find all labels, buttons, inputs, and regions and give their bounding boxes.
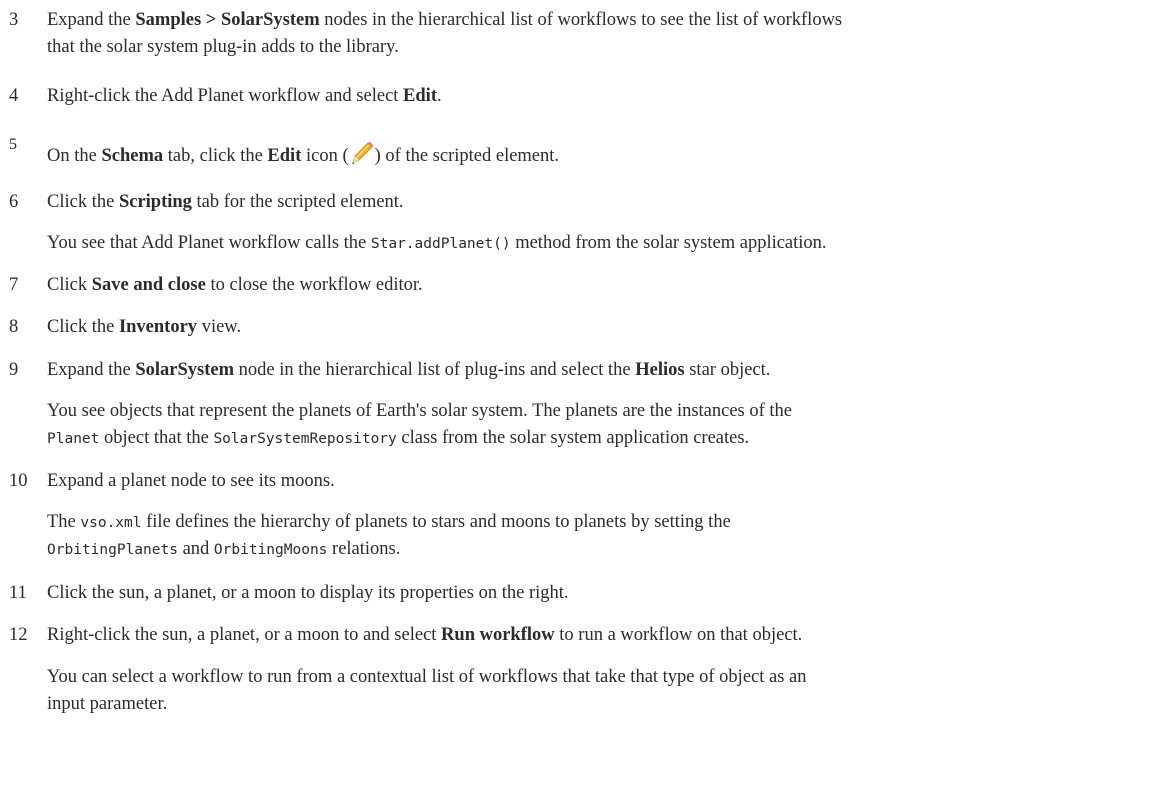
- step-text: Expand the Samples > SolarSystem nodes i…: [47, 10, 843, 30]
- ui-label-save-and-close: Save and close: [91, 275, 206, 295]
- step-12-note-line-1: You can select a workflow to run from a …: [47, 667, 807, 687]
- step-text: Right-click the Add Planet workflow and …: [47, 86, 442, 106]
- step-3-line-2: that the solar system plug-in adds to th…: [47, 37, 399, 57]
- step-text: Click the sun, a planet, or a moon to di…: [47, 583, 569, 603]
- step-9-note-line-1: You see objects that represent the plane…: [47, 401, 793, 421]
- step-12-note-line-2: input parameter.: [47, 694, 168, 714]
- step-text: Expand the SolarSystem node in the hiera…: [47, 360, 771, 380]
- code-orbitingplanets: OrbitingPlanets: [47, 542, 178, 558]
- step-number: 6: [9, 192, 19, 212]
- step-text: Click the Scripting tab for the scripted…: [47, 192, 404, 212]
- pencil-icon: [349, 140, 375, 166]
- step-text: Click Save and close to close the workfl…: [47, 275, 423, 295]
- step-10-note-line-1: The vso.xml file defines the hierarchy o…: [47, 512, 731, 532]
- step-number: 5: [9, 136, 17, 153]
- step-text: Right-click the sun, a planet, or a moon…: [47, 625, 803, 645]
- step-number: 11: [9, 583, 27, 603]
- step-number: 10: [9, 471, 28, 491]
- ui-label-solarsystem: SolarSystem: [135, 360, 235, 380]
- ui-label-edit: Edit: [267, 146, 302, 166]
- step-number: 9: [9, 360, 19, 380]
- step-text: Expand a planet node to see its moons.: [47, 471, 335, 491]
- step-9-note-line-2: Planet object that the SolarSystemReposi…: [47, 428, 750, 448]
- step-10-note-line-2: OrbitingPlanets and OrbitingMoons relati…: [47, 539, 401, 559]
- step-number: 12: [9, 625, 28, 645]
- step-number: 8: [9, 317, 19, 337]
- step-number: 3: [9, 10, 19, 30]
- code-star-addplanet: Star.addPlanet(): [370, 236, 511, 252]
- ui-label-scripting: Scripting: [118, 192, 192, 212]
- step-text: Click the Inventory view.: [47, 317, 242, 337]
- ui-label-helios: Helios: [635, 360, 685, 380]
- ui-label-samples-solarsystem: Samples > SolarSystem: [135, 10, 320, 30]
- step-6-note: You see that Add Planet workflow calls t…: [47, 233, 827, 253]
- ui-label-schema: Schema: [101, 146, 164, 166]
- code-solarsystemrepository: SolarSystemRepository: [213, 431, 397, 447]
- ui-label-edit: Edit: [403, 86, 437, 106]
- step-text: On the Schema tab, click the Edit icon (…: [47, 140, 1173, 170]
- step-number: 7: [9, 275, 19, 295]
- step-number: 4: [9, 86, 19, 106]
- code-orbitingmoons: OrbitingMoons: [213, 542, 328, 558]
- code-planet: Planet: [47, 431, 100, 447]
- ui-label-run-workflow: Run workflow: [441, 625, 555, 645]
- code-vso-xml: vso.xml: [80, 515, 142, 531]
- ui-label-inventory: Inventory: [118, 317, 198, 337]
- document-page: 3 Expand the Samples > SolarSystem nodes…: [0, 0, 1173, 797]
